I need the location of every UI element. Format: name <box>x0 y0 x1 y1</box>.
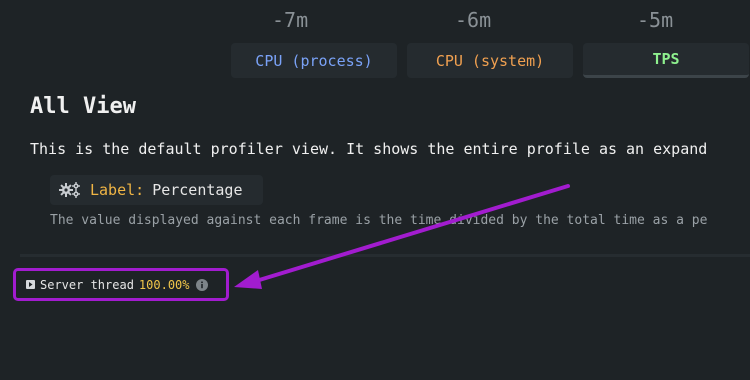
profiler-viewer: -7m -6m -5m CPU (process) CPU (system) T… <box>0 0 750 380</box>
thread-percentage: 100.00% <box>138 277 190 292</box>
label-selector[interactable]: Label: Percentage <box>50 175 263 205</box>
tab-tps[interactable]: TPS <box>583 43 749 78</box>
info-icon[interactable] <box>195 278 208 291</box>
thread-name: Server thread <box>40 277 134 292</box>
label-description: The value displayed against each frame i… <box>50 213 708 228</box>
tab-cpu-process[interactable]: CPU (process) <box>231 43 397 78</box>
time-label: -6m <box>455 8 492 32</box>
time-label: -7m <box>272 8 309 32</box>
time-label: -5m <box>637 8 674 32</box>
label-key: Label: <box>90 181 145 199</box>
view-description: This is the default profiler view. It sh… <box>30 140 708 158</box>
thread-row-server[interactable]: Server thread 100.00% <box>13 268 229 301</box>
gears-icon <box>59 182 80 198</box>
tab-cpu-system[interactable]: CPU (system) <box>407 43 573 78</box>
divider <box>20 254 750 257</box>
label-value: Percentage <box>152 181 243 199</box>
expand-icon[interactable] <box>26 280 35 289</box>
timeline-axis: -7m -6m -5m <box>0 4 750 34</box>
page-title: All View <box>30 94 136 119</box>
